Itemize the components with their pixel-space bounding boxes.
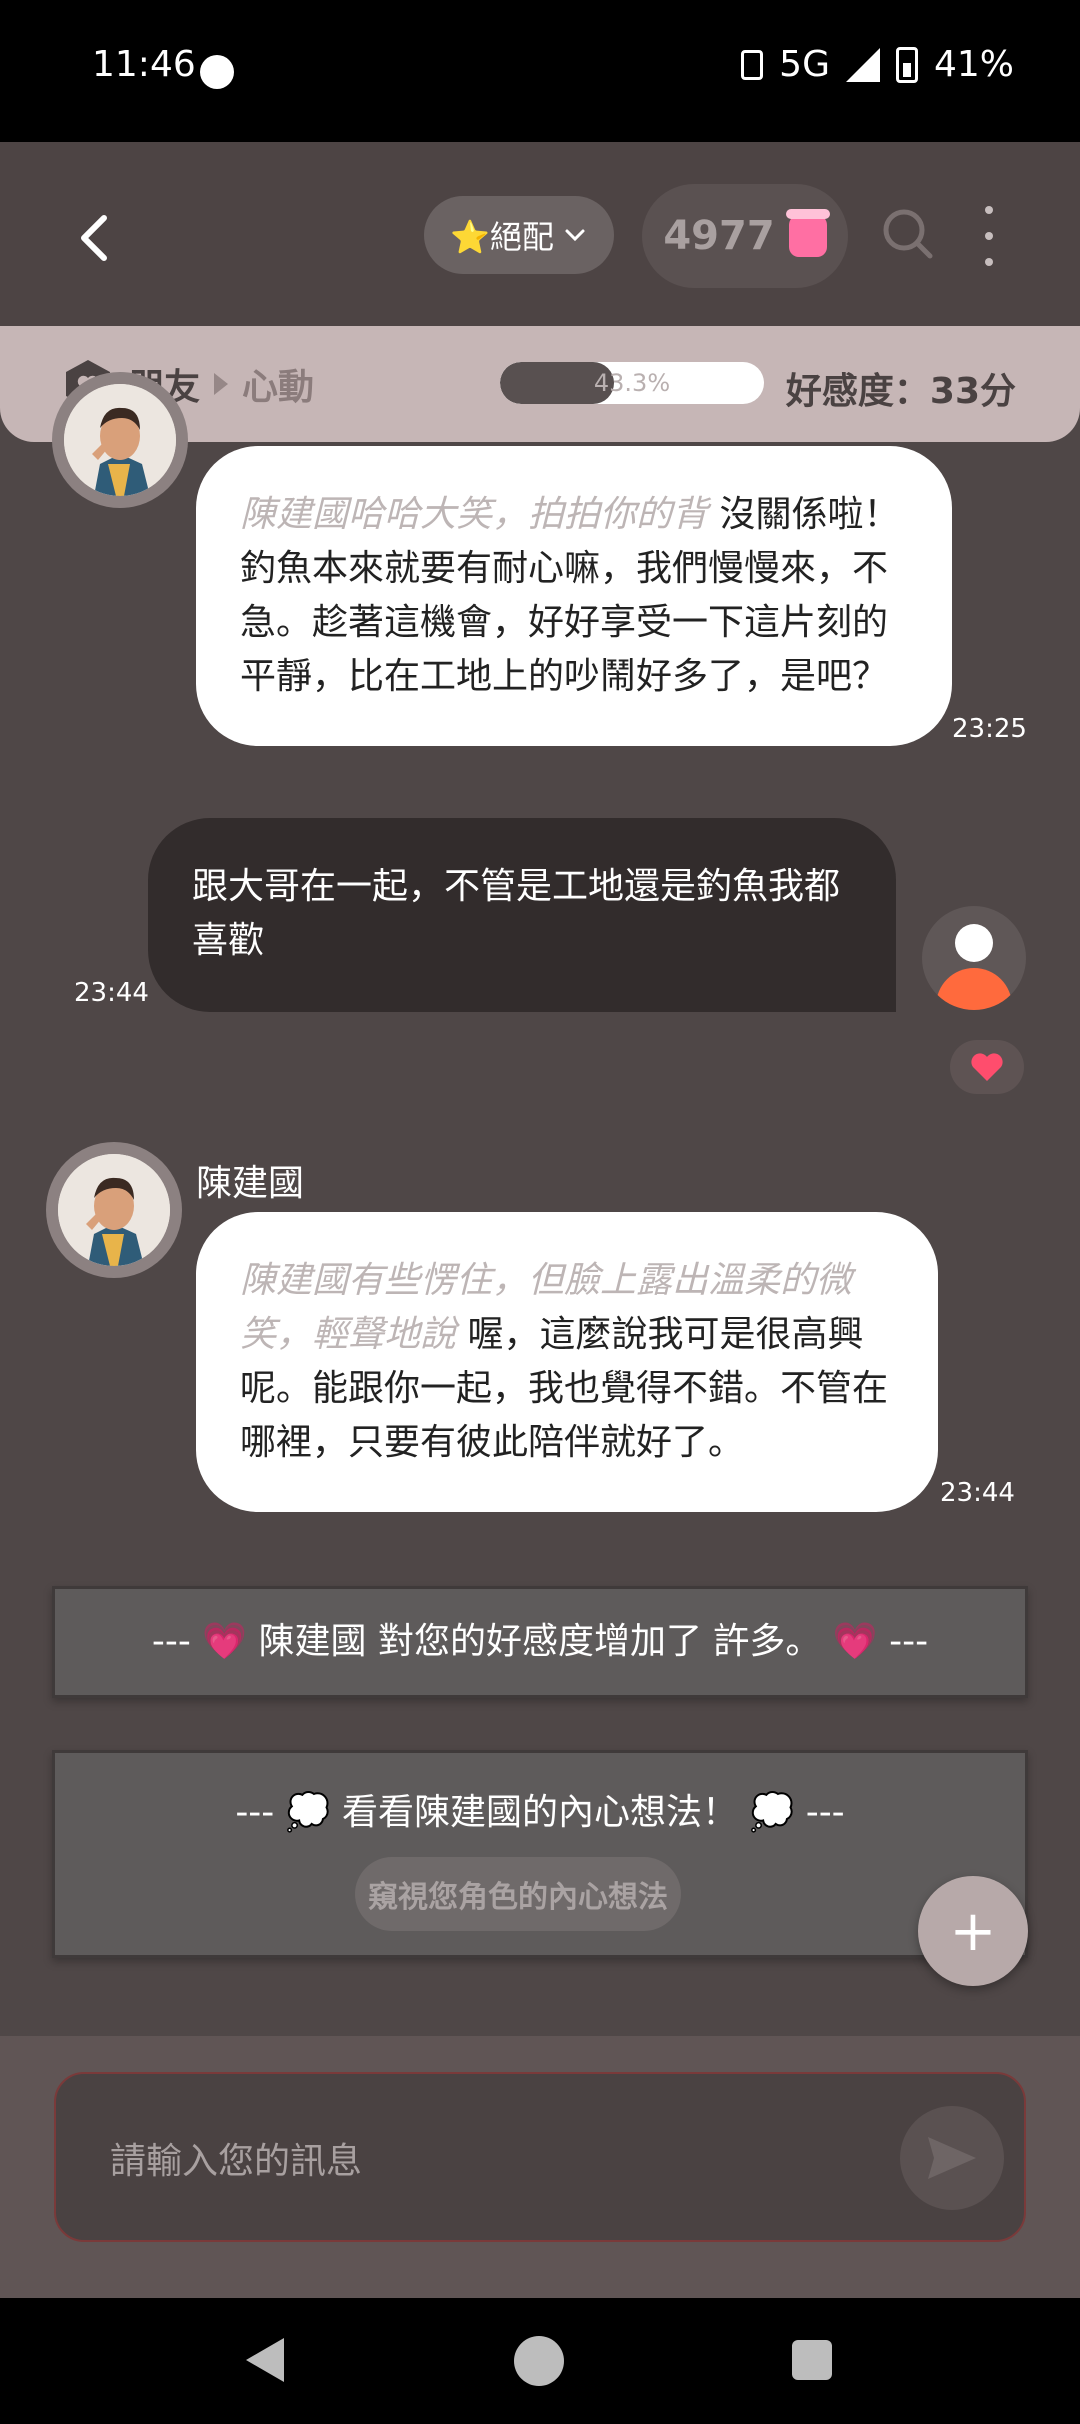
plus-icon: + bbox=[949, 1898, 997, 1964]
character-avatar[interactable] bbox=[46, 1142, 182, 1278]
back-arrow-icon bbox=[81, 215, 107, 261]
back-button[interactable] bbox=[74, 208, 114, 268]
peek-thoughts-button[interactable]: 窺視您角色的內心想法 bbox=[355, 1857, 681, 1931]
status-bar: 11:46 5G 41% bbox=[0, 0, 1080, 142]
network-label: 5G bbox=[779, 44, 830, 85]
inner-thought-text: --- 💭 看看陳建國的內心想法！ 💭 --- bbox=[235, 1792, 845, 1833]
chat-header: ⭐絕配 4977 bbox=[0, 142, 1080, 326]
user-avatar[interactable] bbox=[922, 906, 1026, 1010]
heart-icon bbox=[971, 1053, 1003, 1081]
message-time: 23:25 bbox=[952, 714, 1027, 744]
user-message-bubble[interactable]: 跟大哥在一起，不管是工地還是釣魚我都喜歡 bbox=[148, 818, 896, 1012]
character-portrait bbox=[64, 384, 176, 496]
coin-count: 4977 bbox=[663, 213, 775, 259]
nav-home-icon[interactable] bbox=[514, 2336, 564, 2386]
inner-thought-box: --- 💭 看看陳建國的內心想法！ 💭 --- 窺視您角色的內心想法 bbox=[52, 1750, 1028, 1958]
send-icon bbox=[928, 2137, 976, 2179]
action-text: 陳建國哈哈大笑，拍拍你的背 bbox=[240, 494, 709, 535]
favor-notice-box: --- 💗 陳建國 對您的好感度增加了 許多。 💗 --- bbox=[52, 1586, 1028, 1698]
user-body-icon bbox=[936, 968, 1012, 1010]
favor-score: 好感度：33分 bbox=[785, 371, 1016, 412]
search-button[interactable] bbox=[880, 206, 936, 262]
notification-dot-icon bbox=[200, 55, 234, 89]
status-right: 5G 41% bbox=[741, 44, 1014, 85]
arrow-right-icon bbox=[214, 373, 229, 395]
more-dot bbox=[985, 258, 993, 266]
like-button[interactable] bbox=[950, 1040, 1024, 1094]
ai-message-bubble[interactable]: 陳建國有些愣住，但臉上露出溫柔的微笑，輕聲地說 喔，這麼說我可是很高興呢。能跟你… bbox=[196, 1212, 938, 1512]
character-avatar[interactable] bbox=[52, 372, 188, 508]
character-portrait bbox=[58, 1154, 170, 1266]
nav-recents-icon[interactable] bbox=[792, 2340, 832, 2380]
vibrate-icon bbox=[741, 49, 764, 80]
status-time: 11:46 bbox=[92, 44, 196, 85]
match-label: ⭐絕配 bbox=[450, 218, 554, 256]
coin-balance[interactable]: 4977 bbox=[642, 184, 848, 288]
search-icon bbox=[883, 209, 933, 259]
character-name: 陳建國 bbox=[196, 1163, 305, 1204]
message-time: 23:44 bbox=[74, 978, 149, 1008]
system-nav-bar bbox=[0, 2298, 1080, 2424]
chevron-down-icon bbox=[565, 229, 585, 242]
add-button[interactable]: + bbox=[918, 1876, 1028, 1986]
match-level-dropdown[interactable]: ⭐絕配 bbox=[424, 196, 614, 274]
user-head-icon bbox=[955, 924, 993, 962]
character-portrait-image bbox=[64, 384, 176, 496]
message-input[interactable]: 請輸入您的訊息 bbox=[54, 2072, 1026, 2242]
favor-progress-bar: 43.3% bbox=[500, 362, 764, 404]
more-dot bbox=[985, 232, 993, 240]
composer: 請輸入您的訊息 bbox=[0, 2036, 1080, 2298]
more-dot bbox=[985, 206, 993, 214]
battery-percent: 41% bbox=[933, 44, 1014, 85]
next-level: 心動 bbox=[242, 367, 315, 408]
message-placeholder: 請輸入您的訊息 bbox=[110, 2141, 363, 2182]
more-menu-button[interactable] bbox=[974, 206, 1004, 266]
send-button[interactable] bbox=[900, 2106, 1004, 2210]
favor-progress-text: 43.3% bbox=[593, 369, 671, 397]
nav-back-icon[interactable] bbox=[246, 2338, 284, 2382]
battery-icon bbox=[895, 46, 918, 83]
message-time: 23:44 bbox=[940, 1478, 1015, 1508]
ai-message-bubble[interactable]: 陳建國哈哈大笑，拍拍你的背 沒關係啦！釣魚本來就要有耐心嘛，我們慢慢來，不急。趁… bbox=[196, 446, 952, 746]
character-portrait-image bbox=[58, 1154, 170, 1266]
message-text: 跟大哥在一起，不管是工地還是釣魚我都喜歡 bbox=[192, 866, 841, 961]
signal-icon bbox=[845, 47, 880, 82]
honey-jar-icon bbox=[785, 209, 830, 257]
favor-notice-text: --- 💗 陳建國 對您的好感度增加了 許多。 💗 --- bbox=[151, 1621, 929, 1662]
